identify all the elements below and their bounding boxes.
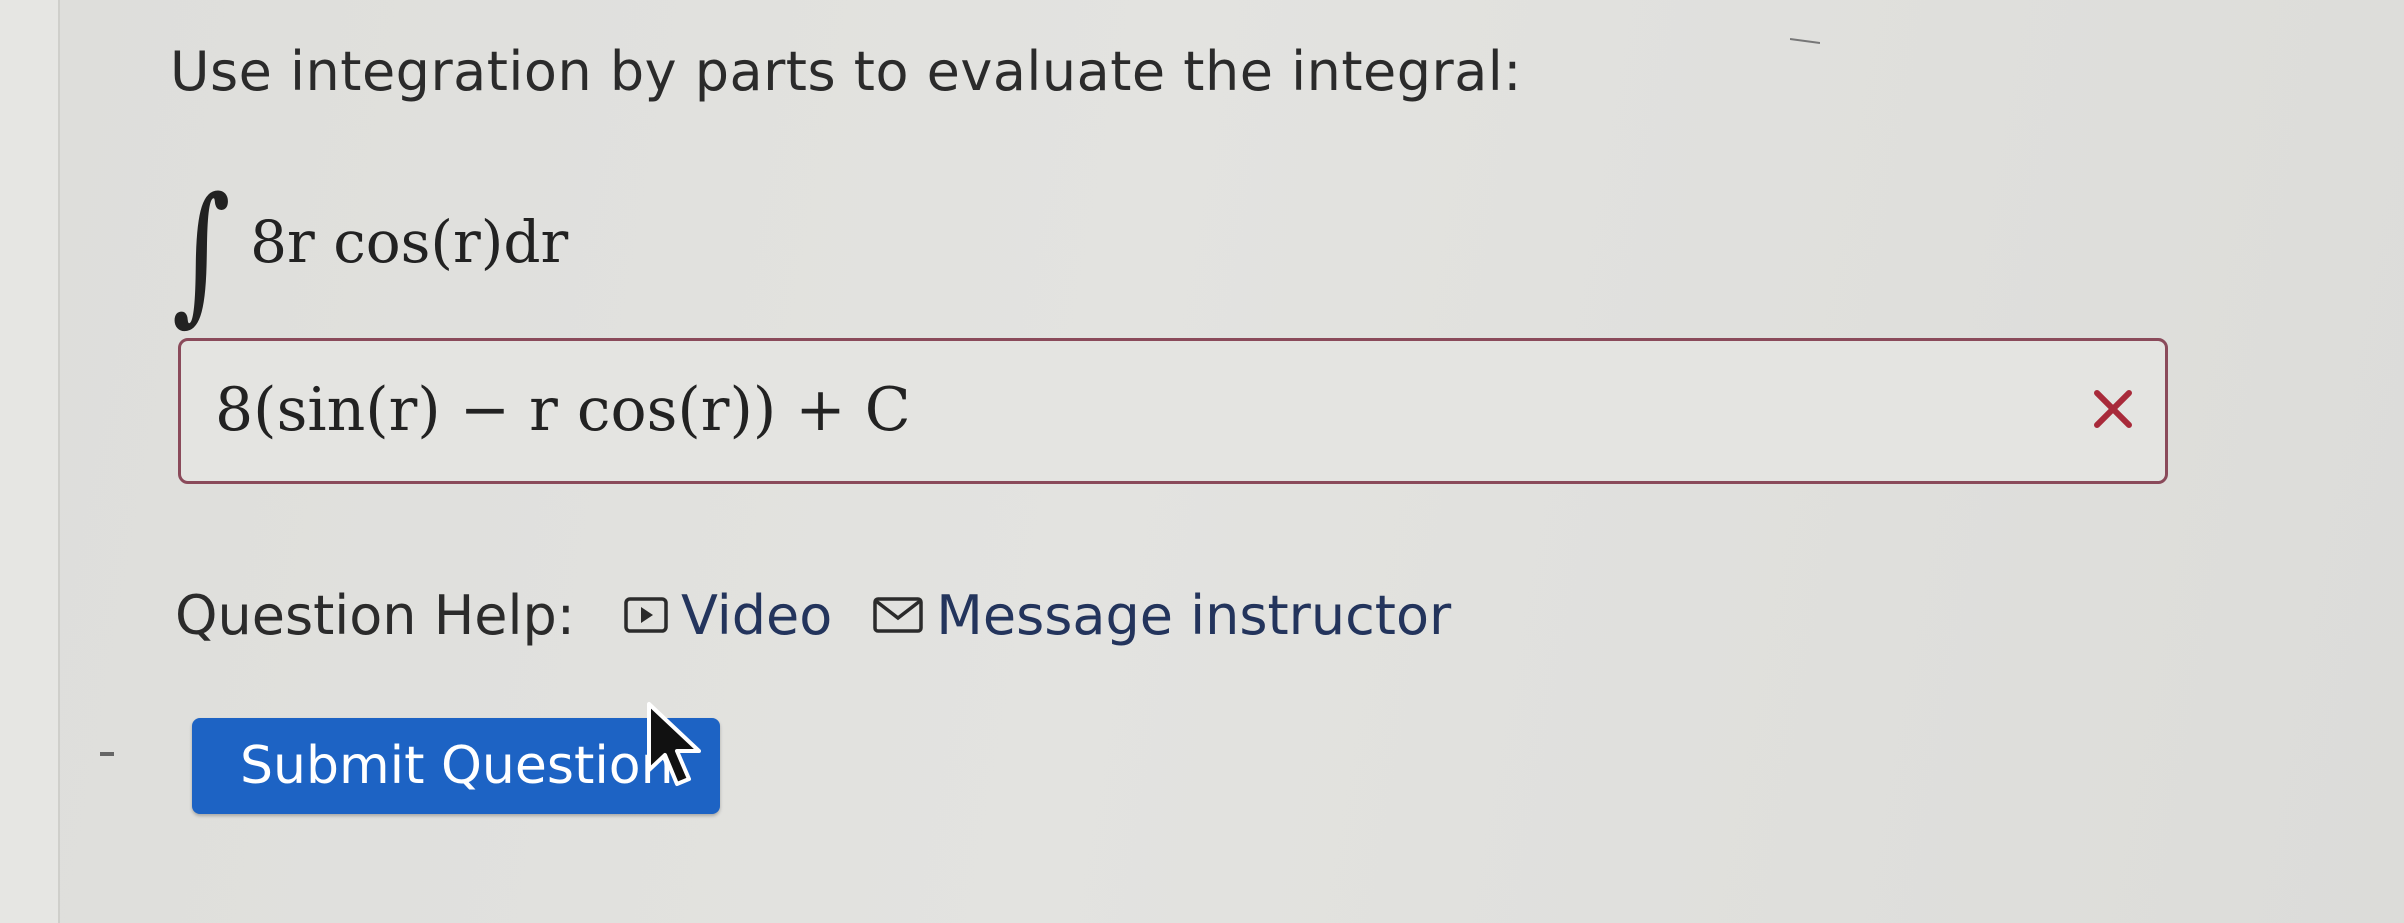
integral-expression: ∫ 8r cos(r)dr	[172, 168, 568, 338]
envelope-icon	[873, 597, 924, 633]
video-icon	[624, 597, 668, 633]
answer-value: 8(sin(r) − r cos(r)) + C	[215, 375, 911, 445]
integral-sign: ∫	[172, 166, 231, 340]
question-prompt: Use integration by parts to evaluate the…	[170, 40, 1522, 103]
integrand: 8r cos(r)dr	[250, 208, 569, 276]
x-mark-icon	[2094, 390, 2132, 428]
message-instructor-label: Message instructor	[936, 583, 1452, 647]
video-link[interactable]: Video	[623, 584, 832, 647]
submit-question-button[interactable]: Submit Question	[192, 718, 720, 814]
video-link-label: Video	[681, 583, 833, 647]
page-gutter	[0, 0, 60, 923]
answer-input[interactable]: 8(sin(r) − r cos(r)) + C	[178, 338, 2168, 484]
screen-mark	[100, 752, 114, 756]
question-help-label: Question Help:	[175, 583, 575, 647]
message-instructor-link[interactable]: Message instructor	[872, 584, 1451, 647]
question-help: Question Help: Video Message instructor	[175, 575, 1491, 655]
mouse-cursor-icon	[647, 702, 701, 786]
screen-mark	[1790, 38, 1820, 44]
